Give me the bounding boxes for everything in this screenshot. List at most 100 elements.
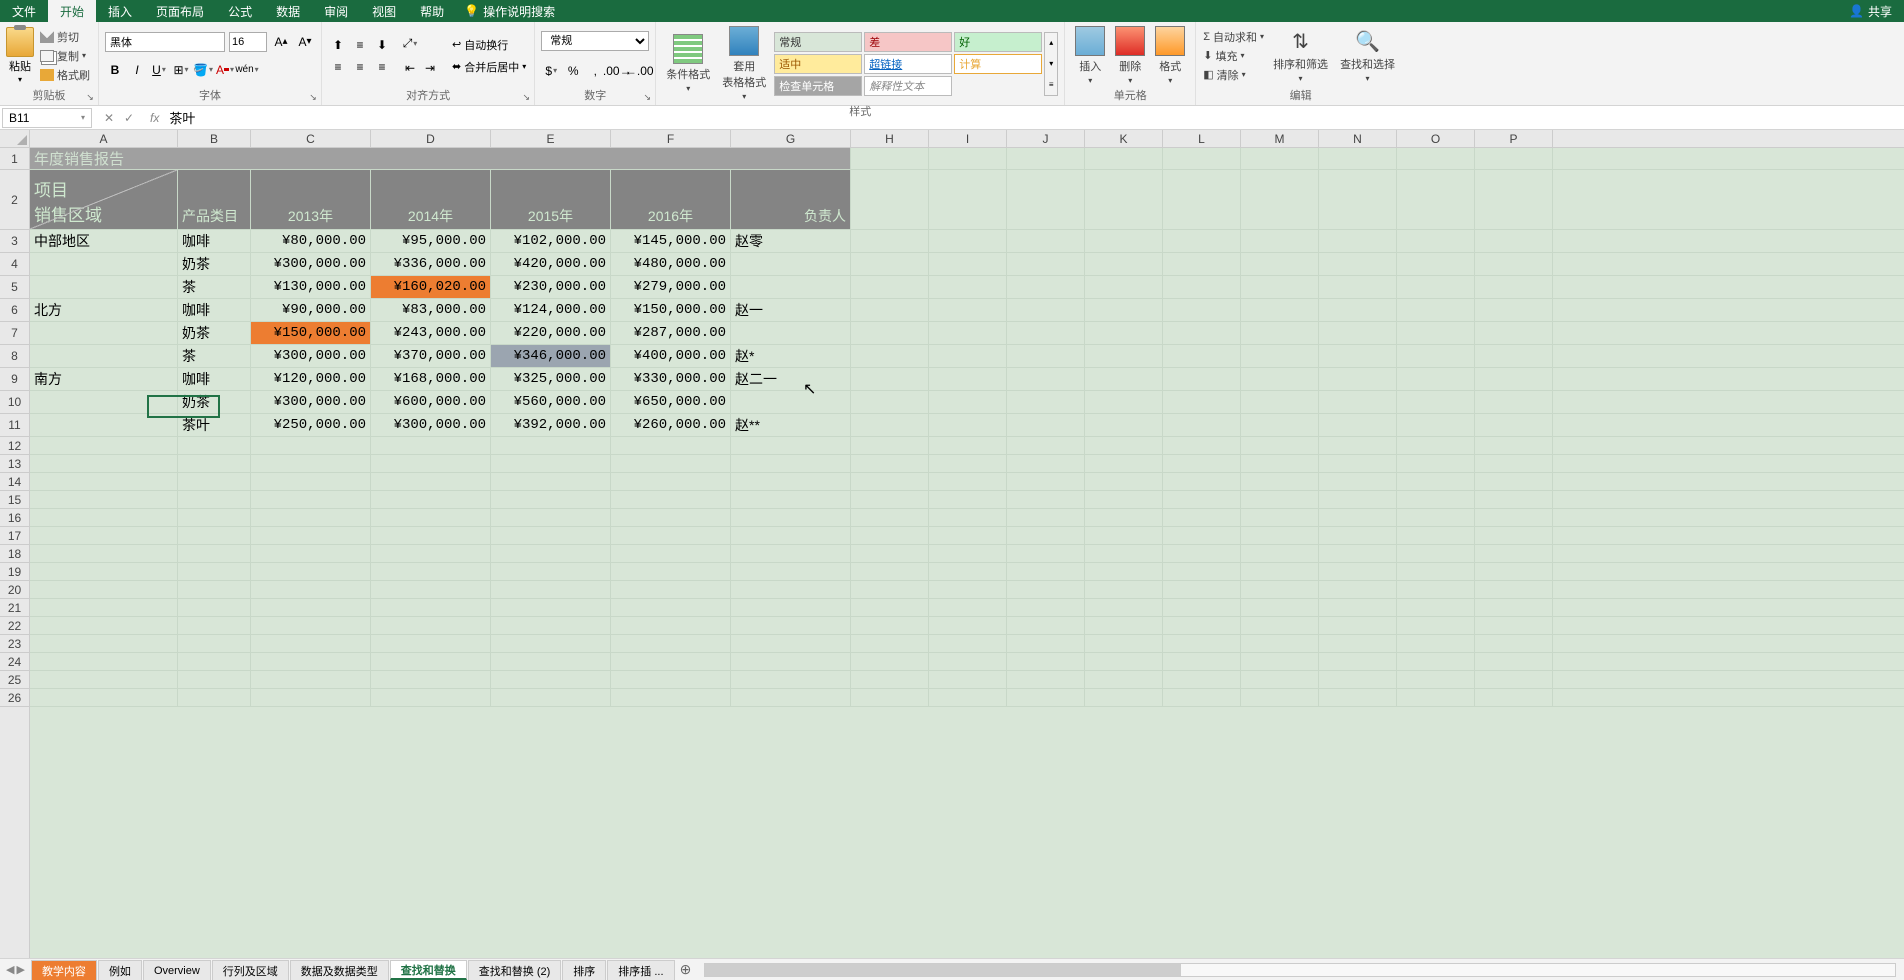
cell[interactable]: 产品类目: [178, 170, 251, 229]
cell-style-1[interactable]: 差: [864, 32, 952, 52]
cell[interactable]: [1007, 635, 1085, 652]
cell[interactable]: [1241, 545, 1319, 562]
cell[interactable]: [178, 653, 251, 670]
cell[interactable]: [1007, 599, 1085, 616]
cell[interactable]: [1241, 368, 1319, 390]
cell[interactable]: [1475, 671, 1553, 688]
cell[interactable]: [491, 617, 611, 634]
cell[interactable]: [1007, 276, 1085, 298]
cell[interactable]: [611, 473, 731, 490]
row-header-3[interactable]: 3: [0, 230, 29, 253]
cell[interactable]: [1007, 509, 1085, 526]
menu-tab-文件[interactable]: 文件: [0, 0, 48, 22]
cell[interactable]: [1241, 253, 1319, 275]
menu-tab-插入[interactable]: 插入: [96, 0, 144, 22]
cell[interactable]: [611, 635, 731, 652]
cell[interactable]: [1241, 527, 1319, 544]
cell[interactable]: [491, 689, 611, 706]
cell[interactable]: [1397, 391, 1475, 413]
cell[interactable]: [929, 345, 1007, 367]
cell[interactable]: [1007, 563, 1085, 580]
cell[interactable]: ¥287,000.00: [611, 322, 731, 344]
cell[interactable]: ¥130,000.00: [251, 276, 371, 298]
cell[interactable]: [1319, 671, 1397, 688]
cell[interactable]: 奶茶: [178, 322, 251, 344]
underline-button[interactable]: U: [149, 60, 169, 80]
cell[interactable]: [371, 689, 491, 706]
cell[interactable]: [851, 689, 929, 706]
cell[interactable]: 2013年: [251, 170, 371, 229]
cell[interactable]: [371, 491, 491, 508]
cell[interactable]: ¥480,000.00: [611, 253, 731, 275]
cell[interactable]: 赵二一: [731, 368, 851, 390]
cell[interactable]: [731, 322, 851, 344]
cell[interactable]: [30, 437, 178, 454]
col-header-C[interactable]: C: [251, 130, 371, 147]
cell[interactable]: [1163, 345, 1241, 367]
cell[interactable]: [371, 437, 491, 454]
cell[interactable]: [1085, 635, 1163, 652]
cell[interactable]: [1007, 689, 1085, 706]
cell[interactable]: [1085, 653, 1163, 670]
align-middle-button[interactable]: ≡: [350, 35, 370, 55]
increase-font-button[interactable]: A▴: [271, 32, 291, 52]
cell[interactable]: [611, 581, 731, 598]
cell[interactable]: [30, 671, 178, 688]
cell[interactable]: [1163, 368, 1241, 390]
add-sheet-button[interactable]: ⊕: [676, 961, 696, 978]
cell[interactable]: [929, 414, 1007, 436]
cell[interactable]: [30, 563, 178, 580]
cell[interactable]: [1241, 473, 1319, 490]
menu-tab-帮助[interactable]: 帮助: [408, 0, 456, 22]
cell[interactable]: [30, 414, 178, 436]
cell[interactable]: ¥250,000.00: [251, 414, 371, 436]
cell[interactable]: 茶: [178, 345, 251, 367]
dialog-launcher-icon[interactable]: ↘: [307, 91, 319, 103]
cell[interactable]: [731, 563, 851, 580]
row-header-18[interactable]: 18: [0, 545, 29, 563]
cut-button[interactable]: 剪切: [38, 28, 92, 46]
menu-tab-公式[interactable]: 公式: [216, 0, 264, 22]
cell[interactable]: [1475, 653, 1553, 670]
cell[interactable]: [1319, 563, 1397, 580]
cell[interactable]: [1085, 345, 1163, 367]
cell[interactable]: [1475, 276, 1553, 298]
sheet-tab[interactable]: 查找和替换 (2): [468, 960, 562, 980]
cell[interactable]: [851, 276, 929, 298]
cell[interactable]: ¥420,000.00: [491, 253, 611, 275]
cell[interactable]: [1319, 437, 1397, 454]
cell[interactable]: [178, 491, 251, 508]
cell[interactable]: [851, 473, 929, 490]
cell[interactable]: [611, 689, 731, 706]
cell[interactable]: [1475, 545, 1553, 562]
cell[interactable]: [1475, 491, 1553, 508]
cell[interactable]: [1007, 653, 1085, 670]
cell[interactable]: [851, 653, 929, 670]
cell[interactable]: [251, 455, 371, 472]
cell[interactable]: [1241, 391, 1319, 413]
cell[interactable]: [731, 491, 851, 508]
cell[interactable]: [1397, 414, 1475, 436]
cell[interactable]: [1163, 563, 1241, 580]
cell[interactable]: [178, 617, 251, 634]
cell[interactable]: [1319, 322, 1397, 344]
col-header-K[interactable]: K: [1085, 130, 1163, 147]
cell[interactable]: [1163, 689, 1241, 706]
sheet-tab[interactable]: 排序插 ...: [607, 960, 674, 980]
cell[interactable]: [731, 635, 851, 652]
cell[interactable]: [1241, 437, 1319, 454]
cell[interactable]: [611, 455, 731, 472]
cell[interactable]: [1085, 368, 1163, 390]
row-header-19[interactable]: 19: [0, 563, 29, 581]
cell[interactable]: [178, 581, 251, 598]
cell[interactable]: ¥220,000.00: [491, 322, 611, 344]
cell[interactable]: [1007, 368, 1085, 390]
cell[interactable]: ¥230,000.00: [491, 276, 611, 298]
cell[interactable]: [1397, 509, 1475, 526]
cell[interactable]: [178, 599, 251, 616]
cell[interactable]: [1085, 414, 1163, 436]
cell[interactable]: 咖啡: [178, 368, 251, 390]
cell-style-5[interactable]: 计算: [954, 54, 1042, 74]
cell[interactable]: [851, 563, 929, 580]
cell[interactable]: [1085, 230, 1163, 252]
